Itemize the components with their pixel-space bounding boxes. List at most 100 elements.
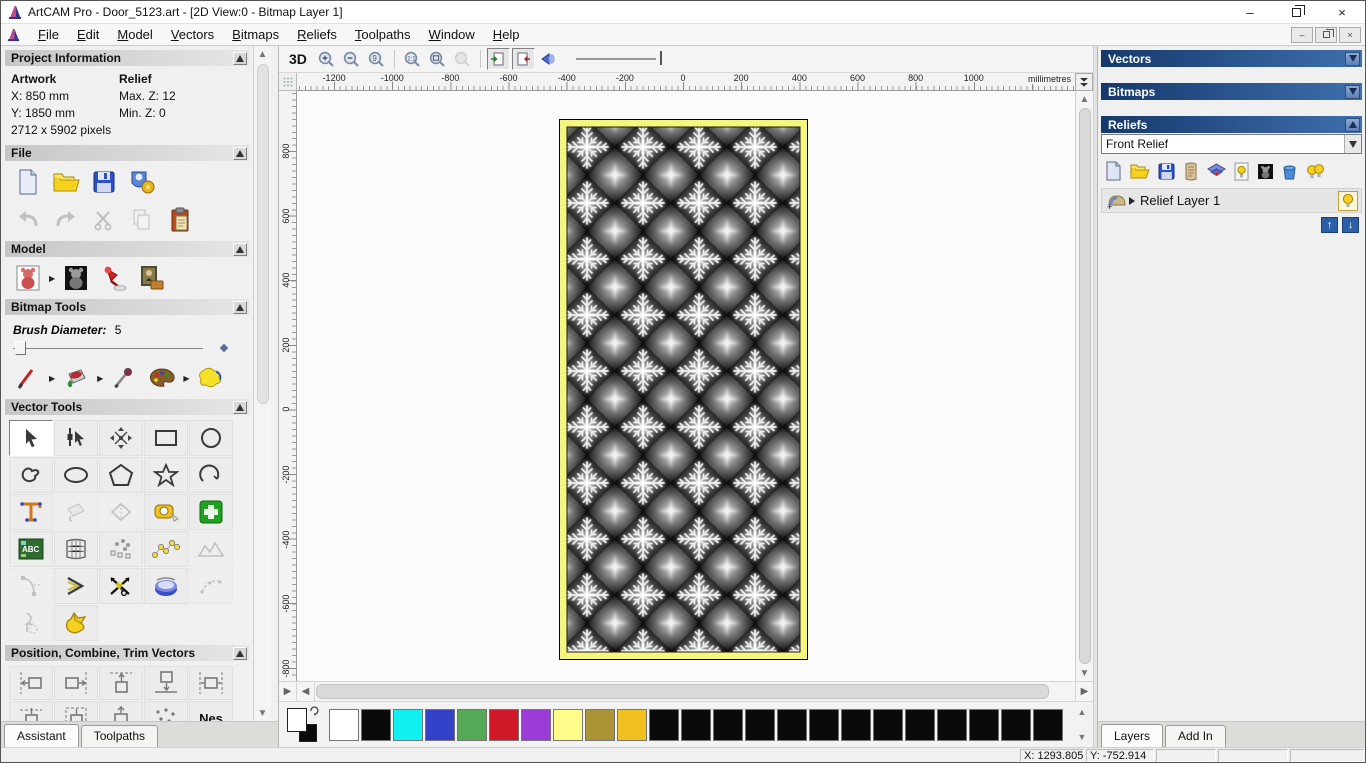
scroll-up-icon[interactable]: ▲: [1077, 91, 1093, 107]
palette-scrollbar[interactable]: ▲ ▼: [1075, 705, 1089, 744]
scroll-up-icon[interactable]: ▲: [255, 46, 271, 62]
copy-button[interactable]: [127, 206, 157, 234]
rollup-button[interactable]: [233, 300, 247, 314]
block-copy-tool[interactable]: [54, 494, 98, 530]
rollup-button[interactable]: [233, 242, 247, 256]
menu-item[interactable]: Bitmaps: [223, 25, 288, 44]
toggle-layer-visibility-button[interactable]: [1234, 162, 1249, 181]
paint-tool-button[interactable]: [13, 364, 43, 392]
rollup-button[interactable]: [233, 146, 247, 160]
collapse-button[interactable]: [1345, 117, 1360, 132]
move-layer-up-button[interactable]: ↑: [1321, 217, 1338, 233]
open-layer-button[interactable]: [1130, 163, 1150, 180]
align-right-tool[interactable]: [54, 666, 98, 700]
delete-layer-button[interactable]: [1282, 163, 1297, 180]
minimize-button[interactable]: –: [1227, 1, 1273, 23]
colour-swatch[interactable]: [777, 708, 807, 741]
relief-preview-button[interactable]: [61, 264, 91, 292]
texture-image-button[interactable]: [137, 264, 167, 292]
envelope-distortion-tool[interactable]: [54, 531, 98, 567]
align-left-tool[interactable]: [9, 666, 53, 700]
close-button[interactable]: ×: [1319, 1, 1365, 23]
scroll-left-icon[interactable]: ◀: [297, 682, 315, 701]
vector-doctor-tool[interactable]: [189, 494, 233, 530]
node-editing-tool[interactable]: [54, 420, 98, 456]
relief-set-dropdown[interactable]: Front Relief: [1101, 134, 1362, 154]
menu-item[interactable]: File: [29, 25, 68, 44]
menu-item[interactable]: Reliefs: [288, 25, 346, 44]
colour-swatch[interactable]: [681, 708, 711, 741]
assistant-scrollbar[interactable]: ▲ ▼: [253, 46, 271, 721]
colour-swatch[interactable]: [937, 708, 967, 741]
colour-swatch[interactable]: [361, 708, 391, 741]
new-layer-button[interactable]: [1105, 161, 1122, 181]
toggle-all-layers-button[interactable]: [1305, 162, 1325, 181]
create-vector-texture-tool[interactable]: [54, 605, 98, 641]
expand-button[interactable]: [1345, 51, 1360, 66]
trim-vectors-tool[interactable]: [99, 568, 143, 604]
fit-vectors-to-relief-tool[interactable]: [189, 531, 233, 567]
nesting-label-tool[interactable]: Nes: [189, 701, 233, 721]
create-text-tool[interactable]: [9, 494, 53, 530]
colour-swatch[interactable]: [553, 708, 583, 741]
zoom-fit-button[interactable]: [426, 48, 449, 70]
dropdown-arrow-icon[interactable]: [1344, 135, 1361, 153]
create-rectangle-tool[interactable]: [144, 420, 188, 456]
ruler-origin-button[interactable]: [279, 73, 297, 91]
colour-swatch[interactable]: [1033, 708, 1063, 741]
toggle-vector-view-button[interactable]: [511, 48, 535, 70]
align-bottom-tool[interactable]: [144, 666, 188, 700]
scroll-right-icon[interactable]: ▶: [1075, 682, 1093, 701]
import-relief-button[interactable]: [1183, 162, 1199, 181]
tab-toolpaths[interactable]: Toolpaths: [80, 725, 159, 747]
colour-palette-button[interactable]: [147, 364, 177, 392]
create-polyline-tool[interactable]: [9, 457, 53, 493]
pick-colour-button[interactable]: [109, 364, 139, 392]
horizontal-scrollbar[interactable]: ▶ ◀ ▶: [279, 681, 1093, 701]
mdi-restore-button[interactable]: [1315, 26, 1337, 43]
reliefs-section-header[interactable]: Reliefs: [1101, 116, 1362, 133]
scroll-down-icon[interactable]: ▼: [255, 705, 271, 721]
door-design[interactable]: [559, 119, 808, 660]
menu-item[interactable]: Vectors: [162, 25, 223, 44]
colour-swatch[interactable]: [905, 708, 935, 741]
paste-centered-tool[interactable]: [99, 701, 143, 721]
scroll-up-icon[interactable]: ▲: [1075, 705, 1089, 719]
colour-swatch[interactable]: [457, 708, 487, 741]
text-on-curve-tool[interactable]: ABC: [9, 531, 53, 567]
menu-item[interactable]: Edit: [68, 25, 108, 44]
zoom-previous-button[interactable]: 9: [365, 48, 388, 70]
slider-handle[interactable]: [15, 341, 26, 355]
relief-layer-item[interactable]: + Relief Layer 1: [1101, 188, 1362, 213]
tab-assistant[interactable]: Assistant: [4, 724, 79, 747]
primary-secondary-colours[interactable]: [285, 705, 323, 744]
flood-fill-button[interactable]: [61, 364, 91, 392]
texture-flood-button[interactable]: [195, 364, 225, 392]
toggle-3d-view-button[interactable]: 3D: [287, 51, 313, 67]
swap-colours-icon[interactable]: [309, 705, 319, 716]
vertical-scrollbar[interactable]: ▲ ▼: [1075, 91, 1093, 681]
restore-button[interactable]: [1273, 1, 1319, 23]
undo-button[interactable]: [13, 206, 43, 234]
create-arc-tool[interactable]: [189, 457, 233, 493]
scrollbar-thumb[interactable]: [316, 684, 1049, 699]
menu-item[interactable]: Model: [108, 25, 161, 44]
zoom-in-button[interactable]: [315, 48, 338, 70]
scroll-down-icon[interactable]: ▼: [1077, 665, 1093, 681]
rollup-button[interactable]: [233, 646, 247, 660]
create-star-tool[interactable]: [144, 457, 188, 493]
colour-swatch[interactable]: [745, 708, 775, 741]
layer-thumbnail-button[interactable]: [1257, 163, 1274, 180]
brush-diameter-slider[interactable]: [13, 341, 203, 355]
free-form-curve-tool[interactable]: [189, 568, 233, 604]
colour-swatch[interactable]: [617, 708, 647, 741]
new-model-button[interactable]: [13, 168, 43, 196]
tab-add-in[interactable]: Add In: [1165, 725, 1226, 747]
expand-button[interactable]: [1345, 84, 1360, 99]
scroll-down-icon[interactable]: ▼: [1075, 730, 1089, 744]
redo-button[interactable]: [51, 206, 81, 234]
colour-swatch[interactable]: [425, 708, 455, 741]
position-combine-trim-header[interactable]: Position, Combine, Trim Vectors: [5, 645, 249, 661]
bitmaps-section-header[interactable]: Bitmaps: [1101, 83, 1362, 100]
nesting-tool[interactable]: [144, 531, 188, 567]
